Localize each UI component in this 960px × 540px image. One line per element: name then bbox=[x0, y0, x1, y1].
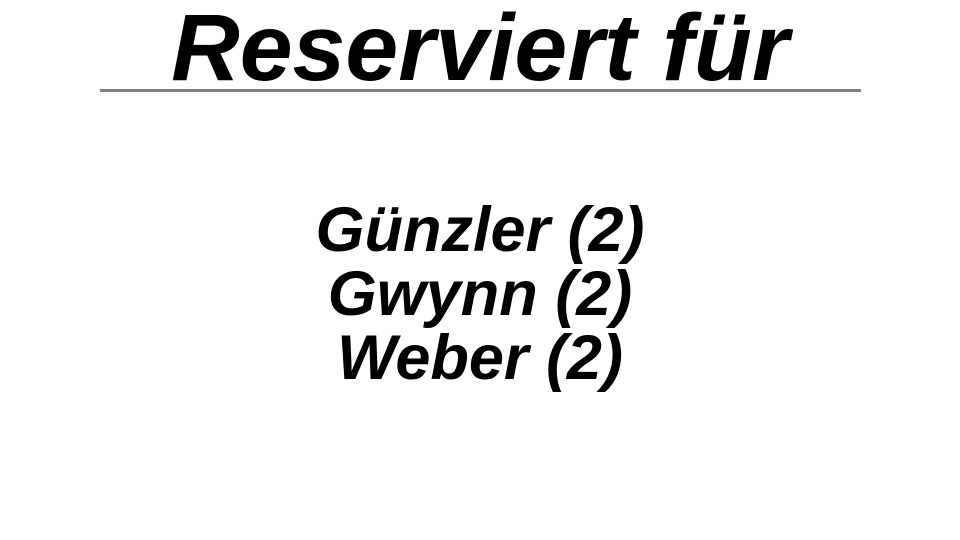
page-title: Reserviert für bbox=[171, 0, 789, 101]
reservation-list: Günzler (2) Gwynn (2) Weber (2) bbox=[0, 198, 960, 390]
reservation-name: Günzler (2) bbox=[315, 195, 645, 265]
reservation-name: Gwynn (2) bbox=[327, 259, 633, 329]
reservation-name: Weber (2) bbox=[337, 323, 623, 393]
title-divider bbox=[100, 89, 861, 92]
